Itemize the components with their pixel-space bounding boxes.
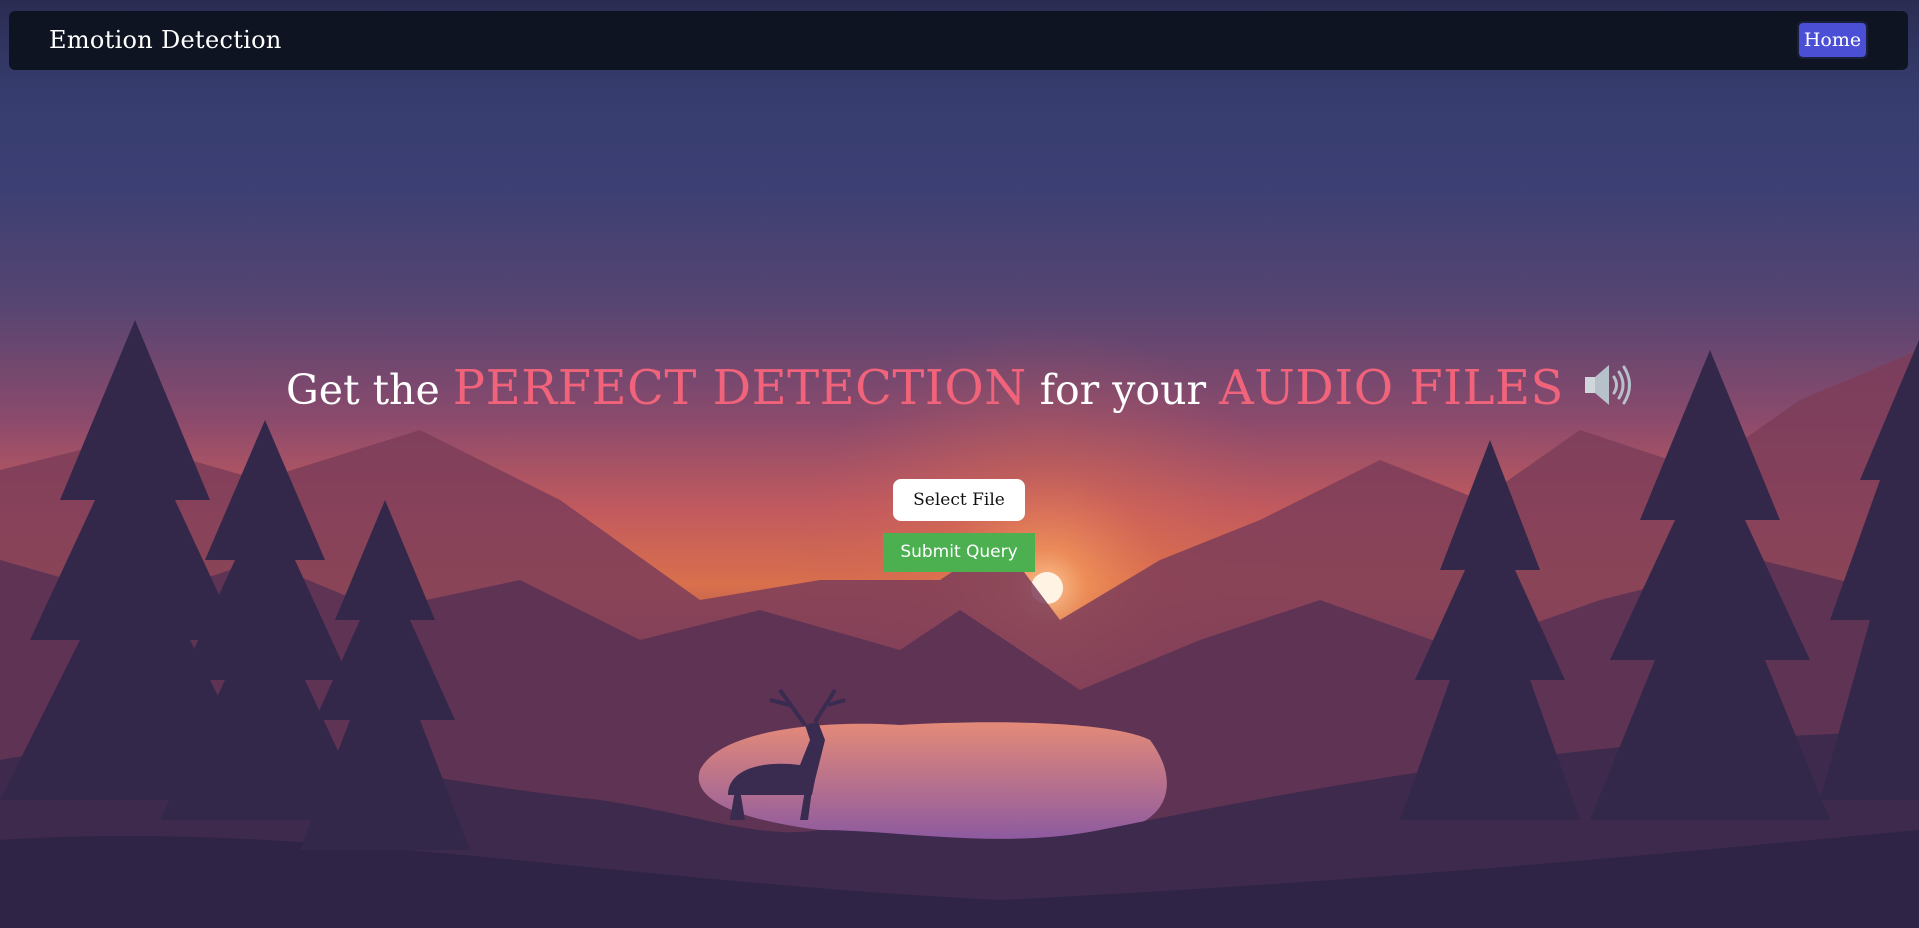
hero-headline: Get the PERFECT DETECTION for your AUDIO… xyxy=(0,360,1919,418)
home-button[interactable]: Home xyxy=(1797,21,1868,59)
speaker-icon xyxy=(1583,362,1633,418)
background-landscape xyxy=(0,320,1919,928)
brand-title[interactable]: Emotion Detection xyxy=(49,26,282,54)
select-file-button[interactable]: Select File xyxy=(893,479,1025,521)
submit-query-button[interactable]: Submit Query xyxy=(883,533,1035,572)
headline-text-2: for your xyxy=(1039,366,1207,414)
headline-text-1: Get the xyxy=(286,366,440,414)
headline-accent-2: AUDIO FILES xyxy=(1219,360,1564,416)
headline-accent-1: PERFECT DETECTION xyxy=(452,360,1027,416)
navbar: Emotion Detection Home xyxy=(9,11,1908,70)
